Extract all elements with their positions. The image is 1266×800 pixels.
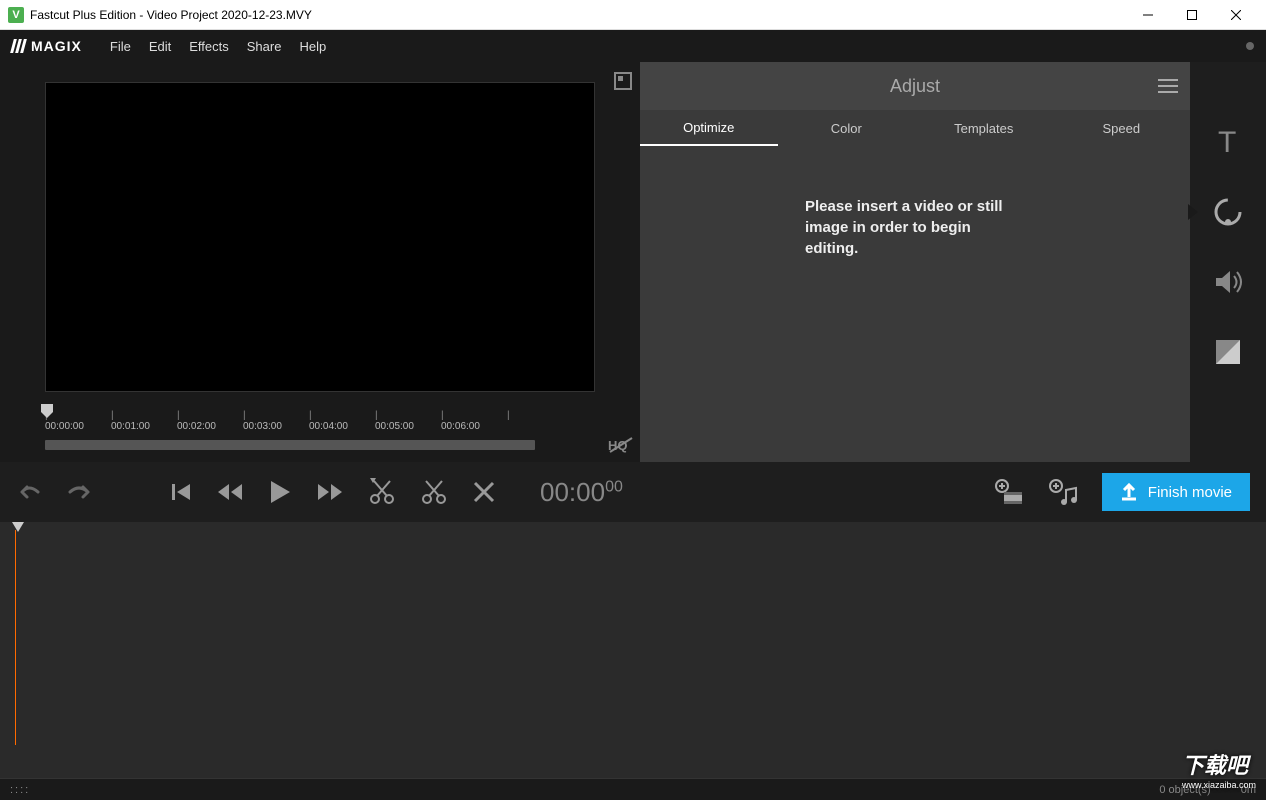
undo-button[interactable] (16, 479, 42, 505)
adjust-panel: Adjust Optimize Color Templates Speed Pl… (640, 62, 1190, 462)
text-tool-icon[interactable]: T (1208, 122, 1248, 162)
cut-button[interactable] (420, 478, 448, 506)
fullscreen-icon[interactable] (612, 70, 634, 92)
statusbar-grip-icon: :::: (10, 784, 30, 796)
playhead-line (15, 530, 16, 745)
hq-toggle-icon[interactable]: HQ (608, 436, 634, 454)
add-video-button[interactable] (994, 478, 1024, 506)
delete-button[interactable] (472, 480, 496, 504)
menu-effects[interactable]: Effects (189, 39, 229, 54)
menu-edit[interactable]: Edit (149, 39, 171, 54)
side-toolbar: T (1190, 62, 1266, 462)
watermark: 下载吧 www.xiazaiba.com (1182, 748, 1256, 790)
redo-button[interactable] (66, 479, 92, 505)
ruler-scrollbar[interactable] (45, 440, 535, 450)
playback-controls: 00:0000 Finish movie (0, 462, 1266, 522)
menubar: MAGIX File Edit Effects Share Help (0, 30, 1266, 62)
volume-tool-icon[interactable] (1208, 262, 1248, 302)
skip-start-button[interactable] (170, 481, 192, 503)
brand-text: MAGIX (31, 38, 82, 54)
timeline[interactable] (0, 522, 1266, 778)
minimize-button[interactable] (1126, 1, 1170, 29)
status-dot-icon (1246, 42, 1254, 50)
contrast-tool-icon[interactable] (1208, 332, 1248, 372)
upload-icon (1120, 483, 1138, 501)
brand-logo: MAGIX (12, 38, 82, 54)
ruler-playhead-icon[interactable] (41, 404, 53, 418)
timeline-ruler[interactable]: 00:00:0000:01:0000:02:0000:03:0000:04:00… (45, 410, 595, 440)
forward-button[interactable] (316, 481, 344, 503)
hamburger-icon[interactable] (1158, 78, 1178, 94)
add-audio-button[interactable] (1048, 478, 1078, 506)
video-preview (45, 82, 595, 392)
rewind-button[interactable] (216, 481, 244, 503)
cut-start-button[interactable] (368, 478, 396, 506)
svg-text:T: T (1218, 126, 1236, 158)
finish-movie-label: Finish movie (1148, 484, 1232, 501)
window-title: Fastcut Plus Edition - Video Project 202… (30, 8, 312, 22)
window-titlebar: V Fastcut Plus Edition - Video Project 2… (0, 0, 1266, 30)
maximize-button[interactable] (1170, 1, 1214, 29)
app-icon: V (8, 7, 24, 23)
play-button[interactable] (268, 479, 292, 505)
adjust-title: Adjust (890, 76, 940, 97)
menu-file[interactable]: File (110, 39, 131, 54)
statusbar: :::: 0 object(s) 0m (0, 778, 1266, 800)
tab-color[interactable]: Color (778, 110, 916, 146)
finish-movie-button[interactable]: Finish movie (1102, 473, 1250, 511)
adjust-tabs: Optimize Color Templates Speed (640, 110, 1190, 146)
tab-templates[interactable]: Templates (915, 110, 1053, 146)
menu-help[interactable]: Help (299, 39, 326, 54)
ruler-times: 00:00:0000:01:0000:02:0000:03:0000:04:00… (45, 410, 595, 432)
tab-speed[interactable]: Speed (1053, 110, 1191, 146)
adjust-empty-message: Please insert a video or still image in … (805, 196, 1025, 259)
timecode-display: 00:0000 (540, 477, 623, 508)
tab-optimize[interactable]: Optimize (640, 110, 778, 146)
close-button[interactable] (1214, 1, 1258, 29)
rotate-tool-icon[interactable] (1208, 192, 1248, 232)
preview-area: 00:00:0000:01:0000:02:0000:03:0000:04:00… (0, 62, 640, 462)
timeline-playhead-icon[interactable] (12, 522, 24, 534)
menu-share[interactable]: Share (247, 39, 282, 54)
adjust-header: Adjust (640, 62, 1190, 110)
